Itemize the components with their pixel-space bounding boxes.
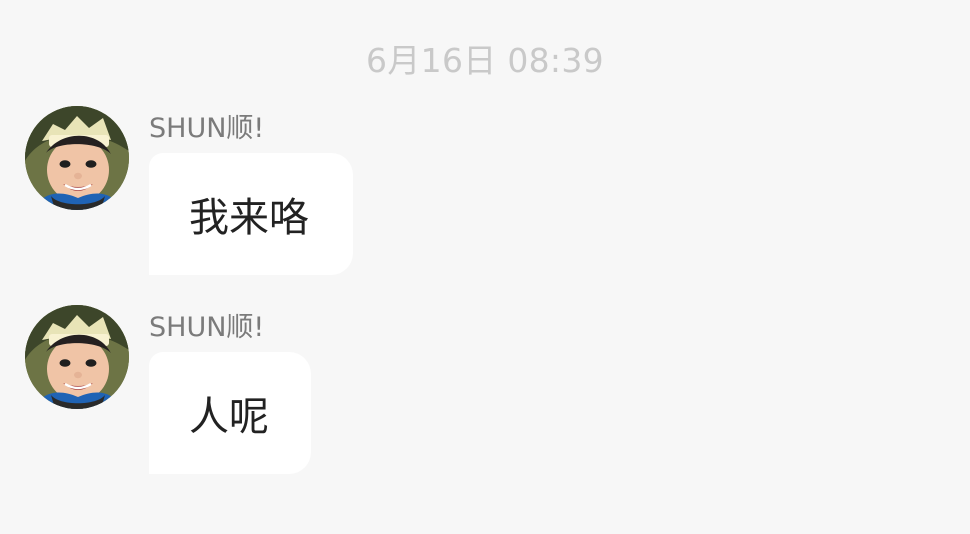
message-text: 人呢	[189, 394, 269, 440]
message-bubble[interactable]: 人呢	[149, 352, 311, 474]
message-text: 我来咯	[189, 195, 309, 241]
child-avatar-icon[interactable]: LLS	[25, 305, 129, 409]
chat-timestamp: 6月16日 08:39	[366, 41, 604, 80]
sender-name[interactable]: SHUN顺!	[149, 311, 264, 345]
child-avatar-icon[interactable]: LLS	[25, 106, 129, 210]
message-bubble[interactable]: 我来咯	[149, 153, 353, 275]
sender-name[interactable]: SHUN顺!	[149, 112, 264, 146]
